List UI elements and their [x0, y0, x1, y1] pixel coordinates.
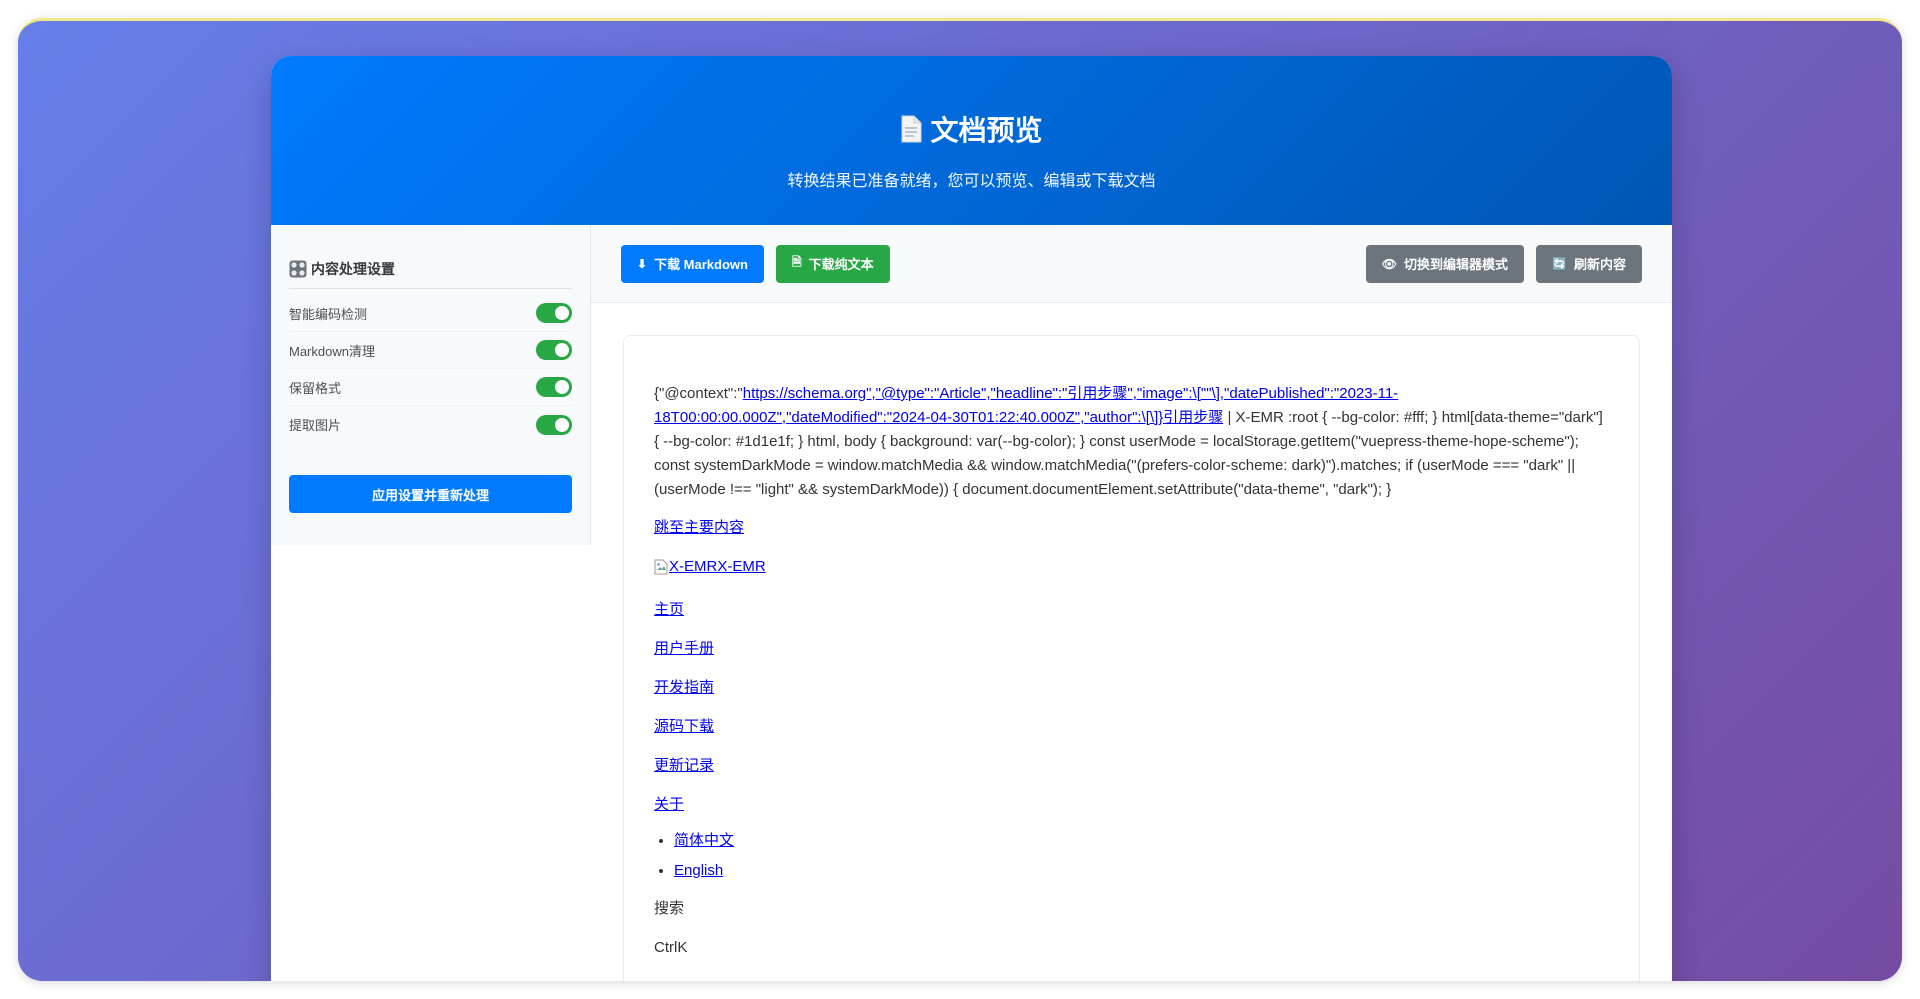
- lang-link-en[interactable]: English: [674, 862, 723, 879]
- nav-paragraph: 源码下载: [654, 715, 1609, 739]
- file-text-icon: 🗎: [791, 255, 802, 269]
- page-title-text: 文档预览: [930, 115, 1043, 146]
- control-knobs-icon: [289, 260, 307, 278]
- nav-paragraph: 开发指南: [654, 676, 1609, 700]
- toolbar: ⬇ 下载 Markdown 🗎 下载纯文本 👁 切换到编辑器模式 🔄 刷新内容: [591, 225, 1672, 303]
- shortcut-text: CtrlK: [654, 939, 688, 956]
- main-panel: ⬇ 下载 Markdown 🗎 下载纯文本 👁 切换到编辑器模式 🔄 刷新内容 …: [591, 225, 1672, 981]
- download-text-button[interactable]: 🗎 下载纯文本: [775, 244, 890, 283]
- refresh-icon: 🔄: [1552, 256, 1567, 271]
- page-title: 文档预览: [271, 109, 1672, 149]
- refresh-label: 刷新内容: [1573, 257, 1626, 272]
- json-prefix: {"@context":": [654, 385, 743, 402]
- list-item: English: [674, 859, 1609, 883]
- keep-format-toggle[interactable]: [536, 377, 572, 397]
- settings-sidebar: 内容处理设置 智能编码检测 Markdown清理 保留格式 提取图片 应用设置并…: [271, 225, 591, 545]
- nav-link-changelog[interactable]: 更新记录: [654, 757, 714, 774]
- settings-title-text: 内容处理设置: [311, 261, 395, 277]
- nav-paragraph: 主页: [654, 598, 1609, 622]
- refresh-button[interactable]: 🔄 刷新内容: [1536, 244, 1642, 283]
- markdown-clean-toggle[interactable]: [536, 340, 572, 360]
- nav-link-home[interactable]: 主页: [654, 601, 684, 618]
- content-body: 内容处理设置 智能编码检测 Markdown清理 保留格式 提取图片 应用设置并…: [271, 225, 1672, 981]
- setting-label: Markdown清理: [289, 343, 375, 359]
- setting-keep-format: 保留格式: [289, 369, 572, 406]
- download-markdown-button[interactable]: ⬇ 下载 Markdown: [621, 244, 764, 283]
- setting-encoding-detect: 智能编码检测: [289, 295, 572, 332]
- setting-label: 提取图片: [289, 418, 342, 433]
- nav-link-about[interactable]: 关于: [654, 796, 684, 813]
- download-buttons: ⬇ 下载 Markdown 🗎 下载纯文本: [621, 244, 890, 283]
- app-window: 文档预览 转换结果已准备就绪，您可以预览、编辑或下载文档 内容处理设置 智能编码…: [18, 18, 1902, 981]
- language-list: 简体中文 English: [674, 829, 1609, 883]
- setting-label: 保留格式: [289, 380, 342, 396]
- lang-link-zh[interactable]: 简体中文: [674, 832, 734, 849]
- eye-icon: 👁: [1381, 256, 1398, 271]
- download-icon: ⬇: [637, 256, 648, 271]
- apply-settings-button[interactable]: 应用设置并重新处理: [289, 475, 572, 513]
- json-ld-paragraph: {"@context":"https://schema.org","@type"…: [654, 382, 1609, 502]
- editor-mode-label: 切换到编辑器模式: [1404, 257, 1509, 272]
- setting-extract-images: 提取图片: [289, 406, 572, 443]
- document-icon: [900, 115, 922, 143]
- download-markdown-label: 下载 Markdown: [654, 257, 748, 272]
- download-text-label: 下载纯文本: [808, 257, 874, 272]
- page-subtitle: 转换结果已准备就绪，您可以预览、编辑或下载文档: [787, 173, 1156, 190]
- broken-image-icon: [654, 559, 668, 575]
- settings-title: 内容处理设置: [289, 259, 572, 289]
- skip-paragraph: 跳至主要内容: [654, 516, 1609, 540]
- page-header: 文档预览 转换结果已准备就绪，您可以预览、编辑或下载文档: [271, 56, 1672, 225]
- editor-mode-button[interactable]: 👁 切换到编辑器模式: [1365, 244, 1525, 283]
- preview-container: 文档预览 转换结果已准备就绪，您可以预览、编辑或下载文档 内容处理设置 智能编码…: [271, 56, 1672, 981]
- logo-alt-text: X-EMRX-EMR: [669, 558, 766, 575]
- nav-paragraph: 更新记录: [654, 754, 1609, 778]
- setting-markdown-clean: Markdown清理: [289, 332, 572, 369]
- skip-to-content-link[interactable]: 跳至主要内容: [654, 519, 744, 536]
- search-text: 搜索: [654, 900, 685, 917]
- nav-link-dev-guide[interactable]: 开发指南: [654, 679, 714, 696]
- nav-paragraph: 用户手册: [654, 637, 1609, 661]
- nav-link-source[interactable]: 源码下载: [654, 718, 714, 735]
- document-preview: {"@context":"https://schema.org","@type"…: [623, 335, 1640, 981]
- view-buttons: 👁 切换到编辑器模式 🔄 刷新内容: [1365, 244, 1642, 283]
- logo-link[interactable]: X-EMRX-EMR: [654, 555, 766, 579]
- list-item: 简体中文: [674, 829, 1609, 853]
- setting-label: 智能编码检测: [289, 306, 368, 322]
- extract-images-toggle[interactable]: [536, 414, 572, 435]
- content-area: {"@context":"https://schema.org","@type"…: [591, 303, 1672, 981]
- encoding-detect-toggle[interactable]: [536, 303, 572, 323]
- nav-paragraph: 关于: [654, 793, 1609, 817]
- logo-paragraph: X-EMRX-EMR: [654, 555, 1609, 583]
- nav-link-manual[interactable]: 用户手册: [654, 640, 714, 657]
